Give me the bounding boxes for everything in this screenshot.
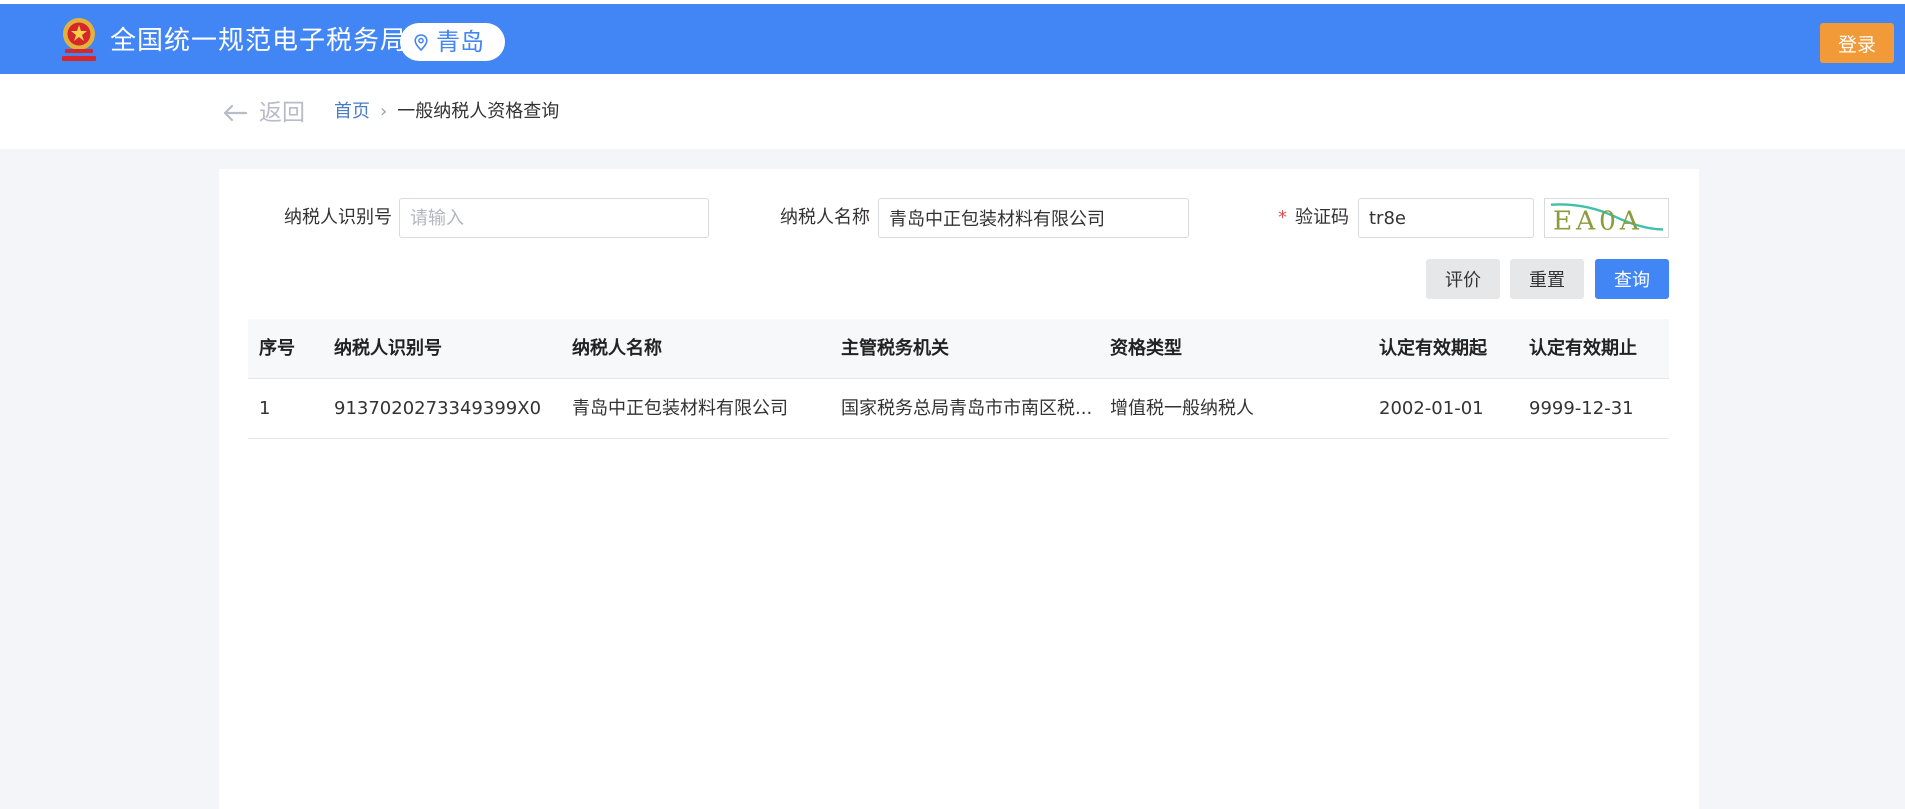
location-pin-icon [414,34,428,51]
query-button[interactable]: 查询 [1595,259,1669,299]
table-cell: 1 [259,398,271,419]
login-button[interactable]: 登录 [1820,23,1894,63]
taxpayer-id-label: 纳税人识别号 [284,207,392,228]
arrow-left-icon [223,104,248,122]
table-cell: 9999-12-31 [1529,398,1634,419]
column-header: 资格类型 [1110,338,1182,359]
nav-bar: 返回 首页 › 一般纳税人资格查询 [0,74,1905,149]
column-header: 纳税人识别号 [334,338,442,359]
back-label: 返回 [259,100,305,126]
column-header: 主管税务机关 [841,338,949,359]
captcha-label-text: 验证码 [1295,207,1349,228]
taxpayer-name-input[interactable] [878,198,1189,238]
column-header: 认定有效期止 [1529,338,1637,359]
breadcrumb: 首页 › 一般纳税人资格查询 [334,100,559,124]
header-bar: 全国统一规范电子税务局 青岛 登录 [0,4,1905,74]
breadcrumb-home[interactable]: 首页 [334,101,370,122]
column-header: 纳税人名称 [572,338,662,359]
site-title: 全国统一规范电子税务局 [110,26,408,56]
city-name: 青岛 [436,28,484,56]
taxpayer-id-input[interactable] [399,198,709,238]
table-cell: 增值税一般纳税人 [1110,398,1254,419]
breadcrumb-separator: › [380,101,388,122]
captcha-characters: EA0A [1553,205,1643,236]
column-header: 认定有效期起 [1379,338,1487,359]
tax-emblem-icon [62,18,96,61]
table-cell: 9137020273349399X0 [334,398,542,419]
table-cell: 青岛中正包装材料有限公司 [572,398,788,419]
required-mark: * [1278,207,1287,228]
column-header: 序号 [259,338,295,359]
city-selector[interactable]: 青岛 [400,23,505,61]
table-cell: 国家税务总局青岛市市南区税... [841,398,1093,419]
evaluate-button[interactable]: 评价 [1426,259,1500,299]
table-cell: 2002-01-01 [1379,398,1484,419]
taxpayer-name-label: 纳税人名称 [780,207,870,228]
captcha-input[interactable] [1358,198,1534,238]
breadcrumb-current: 一般纳税人资格查询 [397,101,560,122]
table-header: 序号 纳税人识别号 纳税人名称 主管税务机关 资格类型 认定有效期起 认定有效期… [248,319,1669,379]
table-row[interactable]: 1 9137020273349399X0 青岛中正包装材料有限公司 国家税务总局… [248,379,1669,439]
reset-button[interactable]: 重置 [1510,259,1584,299]
captcha-image[interactable]: EA0A [1544,198,1669,238]
captcha-label: * 验证码 [1278,206,1349,230]
